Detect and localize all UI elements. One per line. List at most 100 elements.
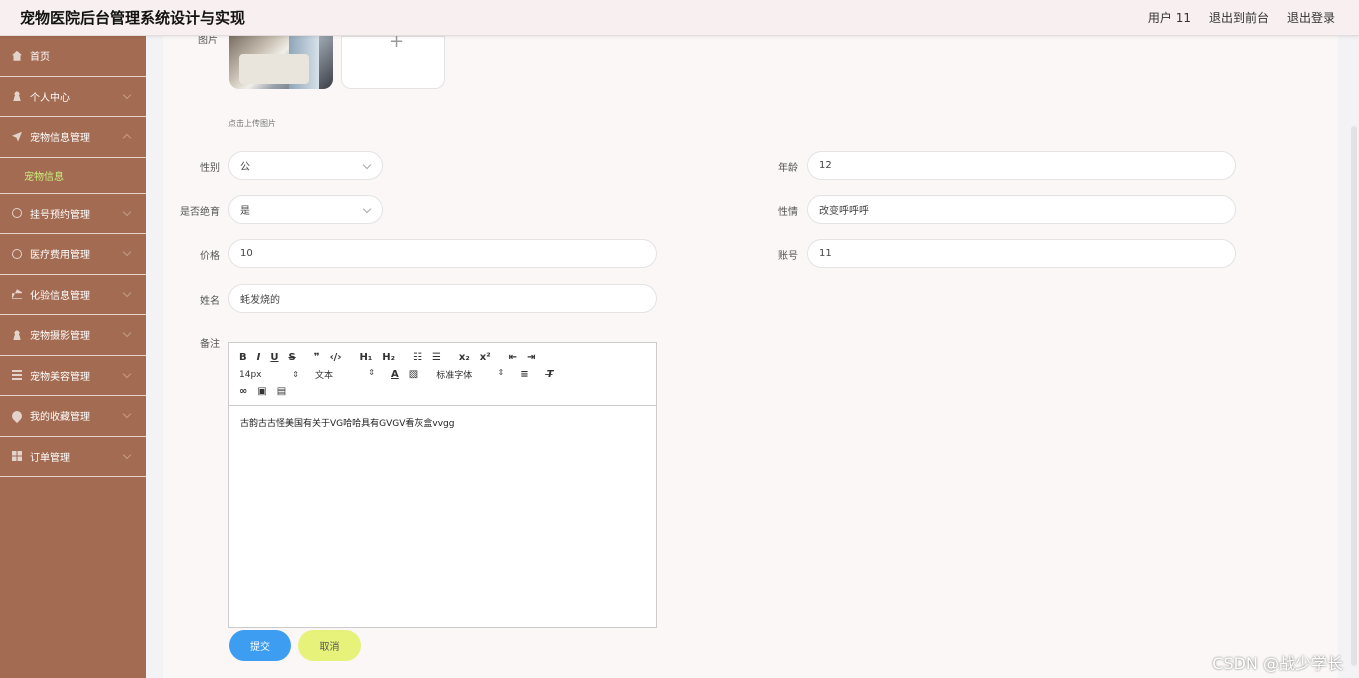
chevron-down-icon (122, 328, 132, 338)
font-size-select[interactable]: 14px ⇕ (239, 370, 299, 380)
font-color-button[interactable]: A (391, 369, 399, 380)
chevron-down-icon (122, 450, 132, 459)
cancel-button[interactable]: 取消 (298, 630, 361, 661)
pet-image-thumbnail[interactable] (229, 36, 333, 89)
font-family-select[interactable]: 标准字体 ⇕ (436, 368, 504, 381)
submit-button[interactable]: 提交 (229, 630, 291, 661)
sidebar-item-label: 宠物摄影管理 (30, 331, 90, 343)
blockquote-button[interactable]: ❞ (314, 352, 320, 363)
chevron-down-icon (122, 369, 132, 378)
neutered-select[interactable]: 是 (228, 195, 383, 224)
indent-button[interactable]: ⇥ (527, 352, 535, 363)
chevron-down-icon (122, 90, 132, 99)
editor-toolbar: B I U S ❞ ‹/› H₁ H₂ ☷ ☰ x₂ x² ⇤ ⇥ 14px ⇕… (229, 343, 656, 406)
chevron-down-icon (122, 409, 132, 419)
clear-format-button[interactable]: T̶ (547, 369, 554, 380)
strike-button[interactable]: S (288, 352, 295, 363)
link-icon[interactable]: ∞ (239, 386, 247, 397)
background-color-button[interactable]: ▧ (409, 369, 418, 380)
sidebar-item-photography[interactable]: 宠物摄影管理 (0, 315, 146, 356)
italic-button[interactable]: I (257, 352, 261, 363)
name-value: 蚝发烧的 (240, 295, 280, 306)
to-front-link[interactable]: 退出到前台 (1209, 9, 1269, 26)
scrollbar[interactable] (1351, 126, 1357, 666)
price-label: 价格 (200, 251, 220, 262)
sidebar-item-label: 化验信息管理 (30, 290, 90, 302)
h1-button[interactable]: H₁ (359, 352, 372, 363)
code-button[interactable]: ‹/› (330, 352, 342, 363)
clock-icon (12, 208, 22, 219)
sidebar-item-lab-info[interactable]: 化验信息管理 (0, 275, 146, 315)
outdent-button[interactable]: ⇤ (509, 352, 517, 363)
remark-label: 备注 (200, 339, 220, 350)
text-type-value: 文本 (315, 371, 334, 381)
location-icon (9, 408, 25, 423)
sidebar-item-appointment[interactable]: 挂号预约管理 (0, 194, 146, 234)
sidebar: 首页 个人中心 宠物信息管理 宠物信息 挂号预约管理 医疗费用管理 化验信息管理… (0, 36, 146, 678)
age-input[interactable]: 12 (807, 151, 1236, 180)
image-upload-box[interactable]: + (341, 31, 445, 89)
gender-value: 公 (240, 162, 250, 173)
user-label: 用户 11 (1147, 11, 1191, 25)
temper-input[interactable]: 改变呼呼呼 (807, 195, 1236, 224)
price-input[interactable]: 10 (228, 239, 657, 268)
price-value: 10 (240, 248, 253, 259)
ordered-list-button[interactable]: ☷ (413, 352, 422, 363)
bullet-list-button[interactable]: ☰ (432, 352, 441, 363)
bed-decoration (239, 54, 309, 84)
account-value: 11 (819, 248, 832, 259)
chevron-down-icon (122, 288, 132, 297)
sidebar-item-label: 医疗费用管理 (30, 250, 90, 262)
underline-button[interactable]: U (270, 352, 278, 363)
sidebar-item-label: 我的收藏管理 (30, 412, 90, 424)
sidebar-subitem-pet-info[interactable]: 宠物信息 (0, 158, 146, 194)
text-type-select[interactable]: 文本 ⇕ (315, 368, 375, 381)
editor-content[interactable]: 古韵古古怪美国有关于VG哈哈具有GVGV看灰盒vvgg (229, 406, 656, 439)
chevron-down-icon (122, 247, 132, 257)
updown-icon: ⇕ (292, 369, 299, 379)
name-input[interactable]: 蚝发烧的 (228, 284, 657, 313)
header-actions: 用户 11 退出到前台 退出登录 (1148, 9, 1335, 26)
chevron-up-icon (122, 133, 132, 143)
bank-icon (12, 289, 22, 300)
watermark: CSDN @战少学长 (1212, 654, 1343, 673)
sidebar-item-pet-info[interactable]: 宠物信息管理 (0, 117, 146, 158)
sidebar-item-label: 挂号预约管理 (30, 209, 90, 221)
top-header: 宠物医院后台管理系统设计与实现 用户 11 退出到前台 退出登录 (0, 0, 1359, 36)
list-icon (12, 370, 22, 381)
account-input[interactable]: 11 (807, 239, 1236, 268)
chevron-down-icon (362, 204, 372, 214)
font-family-value: 标准字体 (436, 371, 473, 381)
sidebar-item-medical-fee[interactable]: 医疗费用管理 (0, 234, 146, 275)
bold-button[interactable]: B (239, 352, 247, 363)
logout-link[interactable]: 退出登录 (1287, 9, 1335, 26)
temper-value: 改变呼呼呼 (819, 206, 869, 217)
h2-button[interactable]: H₂ (382, 352, 395, 363)
compass-icon (12, 248, 22, 259)
gender-label: 性别 (200, 163, 220, 174)
gender-select[interactable]: 公 (228, 151, 383, 180)
upload-hint: 点击上传图片 (228, 119, 276, 128)
subscript-button[interactable]: x₂ (459, 352, 470, 363)
superscript-button[interactable]: x² (480, 352, 491, 363)
image-icon[interactable]: ▣ (257, 386, 266, 397)
sidebar-item-orders[interactable]: 订单管理 (0, 437, 146, 477)
sidebar-item-label: 首页 (30, 52, 50, 64)
age-label: 年龄 (778, 163, 798, 174)
updown-icon: ⇕ (368, 368, 375, 377)
sidebar-item-favorites[interactable]: 我的收藏管理 (0, 396, 146, 437)
user-icon (12, 91, 22, 102)
sidebar-item-home[interactable]: 首页 (0, 36, 146, 77)
neutered-label: 是否绝育 (180, 207, 220, 218)
save-icon[interactable]: ▤ (277, 386, 286, 397)
user-icon (12, 329, 22, 340)
name-label: 姓名 (200, 296, 220, 307)
grid-icon (12, 451, 22, 462)
home-icon (12, 50, 22, 61)
sidebar-item-grooming[interactable]: 宠物美容管理 (0, 356, 146, 396)
account-label: 账号 (778, 251, 798, 262)
sidebar-item-profile[interactable]: 个人中心 (0, 77, 146, 117)
chevron-down-icon (362, 160, 372, 170)
rich-text-editor[interactable]: B I U S ❞ ‹/› H₁ H₂ ☷ ☰ x₂ x² ⇤ ⇥ 14px ⇕… (228, 342, 657, 628)
align-button[interactable]: ≡ (520, 369, 528, 380)
